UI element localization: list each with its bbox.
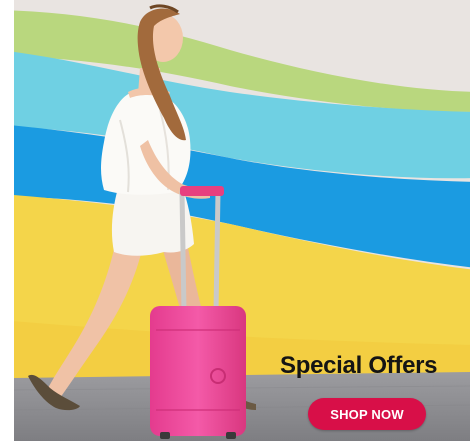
special-offers-heading: Special Offers [280,352,438,379]
shop-now-button[interactable]: SHOP NOW [308,398,426,430]
promo-banner[interactable]: Special Offers SHOP NOW [0,0,476,441]
